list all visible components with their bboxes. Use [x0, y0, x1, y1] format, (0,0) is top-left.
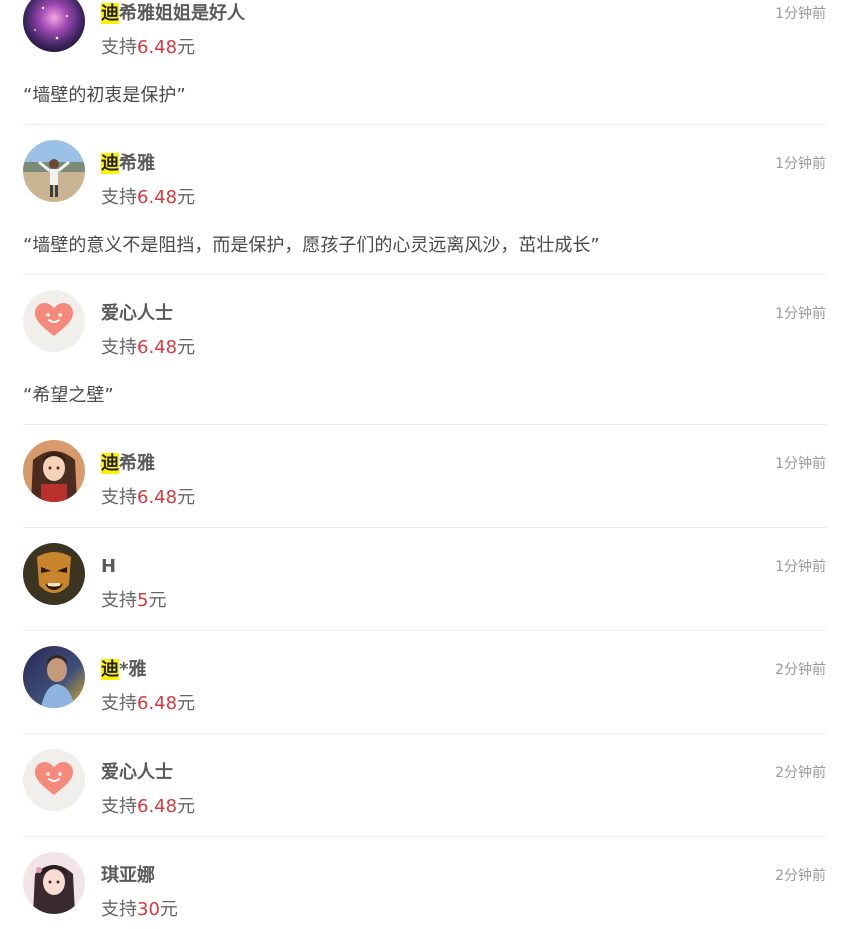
divider: [23, 424, 826, 425]
timestamp: 2分钟前: [775, 868, 826, 884]
name-rest: 爱心人士: [101, 303, 173, 324]
name-rest: *雅: [119, 659, 147, 680]
supporter-name: 迪*雅: [101, 658, 146, 682]
support-amount-line: 支持30元: [101, 898, 178, 922]
support-prefix: 支持: [101, 487, 137, 508]
timestamp: 2分钟前: [775, 662, 826, 678]
heart-avatar-icon[interactable]: [23, 749, 85, 811]
supporter-name: 迪希雅: [101, 152, 155, 176]
name-rest: 希雅姐姐是好人: [119, 3, 245, 24]
person-landscape-avatar-icon[interactable]: [23, 140, 85, 202]
divider: [23, 527, 826, 528]
heart-avatar-icon[interactable]: [23, 290, 85, 352]
supporter-list: 迪希雅姐姐是好人 1分钟前 支持6.48元 “墙壁的初衷是保护” 迪希雅 1分钟…: [0, 0, 847, 929]
galaxy-avatar-icon[interactable]: [23, 0, 85, 52]
support-amount-line: 支持6.48元: [101, 186, 195, 210]
timestamp: 1分钟前: [775, 6, 826, 22]
timestamp: 1分钟前: [775, 156, 826, 172]
divider: [23, 124, 826, 125]
currency-suffix: 元: [177, 693, 196, 714]
name-rest: H: [101, 556, 117, 577]
support-amount-line: 支持6.48元: [101, 692, 195, 716]
support-message: “希望之壁”: [23, 385, 114, 406]
support-prefix: 支持: [101, 187, 137, 208]
support-prefix: 支持: [101, 693, 137, 714]
supporter-name: 迪希雅: [101, 452, 155, 476]
amount-value: 6.48: [137, 693, 178, 714]
timestamp: 2分钟前: [775, 765, 826, 781]
support-prefix: 支持: [101, 37, 137, 58]
amount-value: 6.48: [137, 337, 178, 358]
anime-character-avatar-icon[interactable]: [23, 852, 85, 914]
support-prefix: 支持: [101, 899, 137, 920]
supporter-name: 爱心人士: [101, 761, 173, 785]
amount-value: 6.48: [137, 37, 178, 58]
amount-value: 6.48: [137, 187, 178, 208]
divider: [23, 630, 826, 631]
support-amount-line: 支持6.48元: [101, 336, 195, 360]
currency-suffix: 元: [148, 590, 167, 611]
name-rest: 琪亚娜: [101, 865, 155, 886]
supporter-name: H: [101, 555, 116, 579]
amount-value: 30: [137, 899, 160, 920]
currency-suffix: 元: [159, 899, 178, 920]
timestamp: 1分钟前: [775, 559, 826, 575]
amount-value: 5: [137, 590, 149, 611]
support-message: “墙壁的意义不是阻挡，而是保护，愿孩子们的心灵远离风沙，茁壮成长”: [23, 235, 600, 256]
timestamp: 1分钟前: [775, 306, 826, 322]
amount-value: 6.48: [137, 487, 178, 508]
support-prefix: 支持: [101, 590, 137, 611]
amount-value: 6.48: [137, 796, 178, 817]
divider: [23, 836, 826, 837]
mask-avatar-icon[interactable]: [23, 543, 85, 605]
name-rest: 爱心人士: [101, 762, 173, 783]
name-highlight: 迪: [101, 453, 119, 474]
support-amount-line: 支持6.48元: [101, 36, 195, 60]
currency-suffix: 元: [177, 796, 196, 817]
name-highlight: 迪: [101, 3, 119, 24]
support-amount-line: 支持6.48元: [101, 795, 195, 819]
support-prefix: 支持: [101, 796, 137, 817]
divider: [23, 733, 826, 734]
name-rest: 希雅: [119, 453, 155, 474]
name-highlight: 迪: [101, 659, 119, 680]
supporter-name: 琪亚娜: [101, 864, 155, 888]
support-prefix: 支持: [101, 337, 137, 358]
name-rest: 希雅: [119, 153, 155, 174]
divider: [23, 274, 826, 275]
support-amount-line: 支持6.48元: [101, 486, 195, 510]
support-amount-line: 支持5元: [101, 589, 166, 613]
currency-suffix: 元: [177, 187, 196, 208]
currency-suffix: 元: [177, 37, 196, 58]
supporter-name: 爱心人士: [101, 302, 173, 326]
currency-suffix: 元: [177, 487, 196, 508]
support-message: “墙壁的初衷是保护”: [23, 85, 186, 106]
supporter-name: 迪希雅姐姐是好人: [101, 2, 245, 26]
currency-suffix: 元: [177, 337, 196, 358]
timestamp: 1分钟前: [775, 456, 826, 472]
name-highlight: 迪: [101, 153, 119, 174]
anime-girl-avatar-icon[interactable]: [23, 440, 85, 502]
athlete-avatar-icon[interactable]: [23, 646, 85, 708]
